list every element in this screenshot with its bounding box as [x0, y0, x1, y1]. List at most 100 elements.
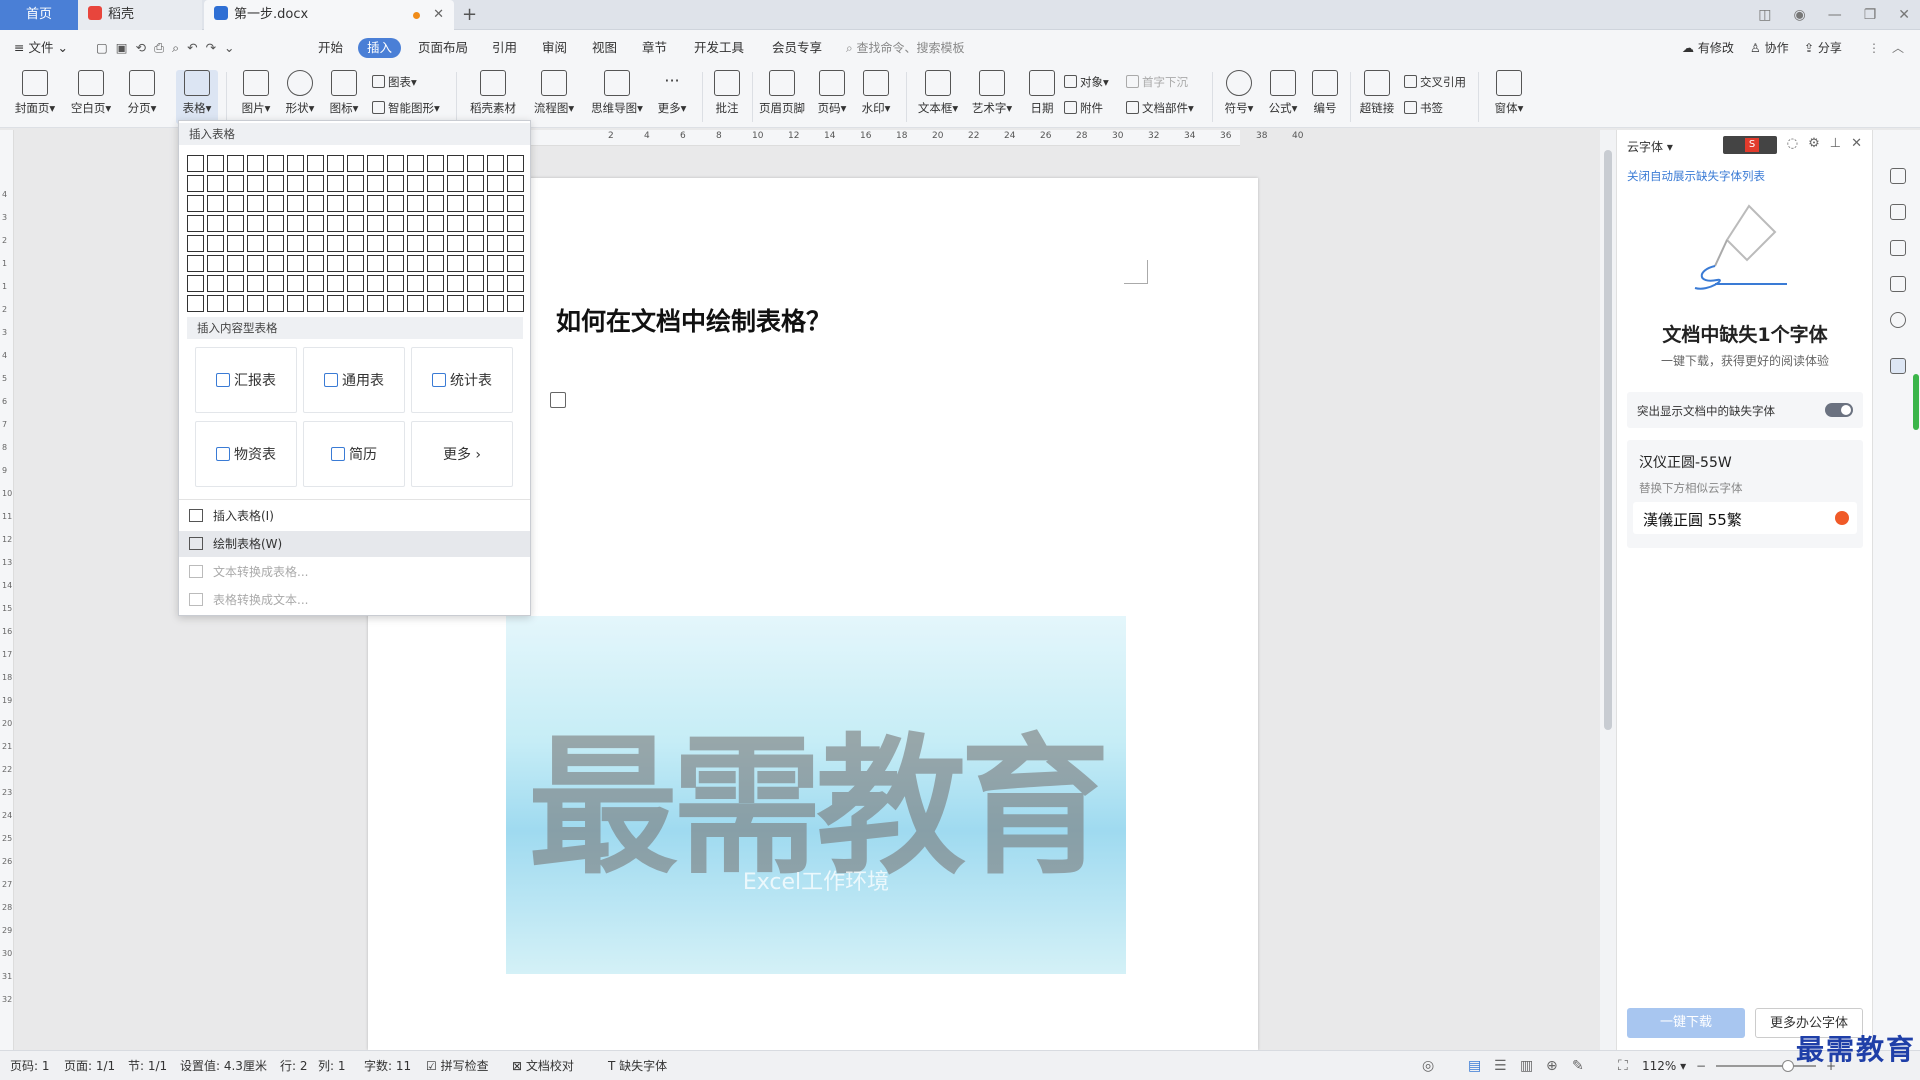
grid-cell[interactable]	[187, 255, 204, 272]
grid-cell[interactable]	[247, 175, 264, 192]
grid-cell[interactable]	[347, 275, 364, 292]
menu-insert[interactable]: 插入	[358, 38, 402, 58]
close-tab-icon[interactable]: ✕	[433, 0, 444, 30]
template-materials[interactable]: 物资表	[195, 421, 297, 487]
grid-cell[interactable]	[227, 215, 244, 232]
grid-cell[interactable]	[487, 155, 504, 172]
grid-cell[interactable]	[407, 235, 424, 252]
table-button[interactable]: 表格▾	[176, 70, 218, 124]
grid-cell[interactable]	[207, 155, 224, 172]
grid-cell[interactable]	[187, 215, 204, 232]
grid-cell[interactable]	[207, 255, 224, 272]
missing-font-button[interactable]: T 缺失字体	[608, 1051, 667, 1080]
shape-button[interactable]: 形状▾	[280, 70, 320, 116]
grid-cell[interactable]	[387, 175, 404, 192]
chart-button[interactable]: 图表▾	[372, 74, 417, 90]
flowchart-button[interactable]: 流程图▾	[530, 70, 578, 116]
dropcap-button[interactable]: 首字下沉	[1126, 74, 1188, 90]
numbering-button[interactable]: 编号	[1308, 70, 1342, 116]
status-row[interactable]: 行: 2	[280, 1051, 308, 1080]
grid-cell[interactable]	[447, 255, 464, 272]
grid-cell[interactable]	[247, 215, 264, 232]
grid-cell[interactable]	[187, 155, 204, 172]
grid-cell[interactable]	[307, 275, 324, 292]
grid-cell[interactable]	[267, 275, 284, 292]
grid-cell[interactable]	[287, 275, 304, 292]
menu-member[interactable]: 会员专享	[772, 30, 822, 66]
insert-table-item[interactable]: 插入表格(I)	[179, 503, 530, 529]
template-general[interactable]: 通用表	[303, 347, 405, 413]
status-page[interactable]: 页码: 1	[10, 1051, 50, 1080]
grid-cell[interactable]	[367, 215, 384, 232]
grid-cell[interactable]	[487, 235, 504, 252]
grid-cell[interactable]	[227, 175, 244, 192]
grid-cell[interactable]	[367, 235, 384, 252]
grid-cell[interactable]	[407, 275, 424, 292]
attachment-button[interactable]: 附件	[1064, 100, 1103, 116]
picture-button[interactable]: 图片▾	[236, 70, 276, 116]
grid-cell[interactable]	[347, 215, 364, 232]
grid-cell[interactable]	[267, 195, 284, 212]
changes-button[interactable]: ☁ 有修改	[1682, 30, 1734, 66]
grid-cell[interactable]	[367, 155, 384, 172]
cover-page-button[interactable]: 封面页▾	[12, 70, 58, 116]
daoke-material-button[interactable]: 稻壳素材	[466, 70, 520, 116]
grid-cell[interactable]	[207, 235, 224, 252]
hyperlink-button[interactable]: 超链接	[1356, 70, 1398, 116]
grid-cell[interactable]	[507, 155, 524, 172]
doc-part-button[interactable]: 文档部件▾	[1126, 100, 1194, 116]
eye-protection-icon[interactable]: ◎	[1422, 1051, 1434, 1080]
grid-cell[interactable]	[467, 295, 484, 312]
grid-cell[interactable]	[427, 155, 444, 172]
grid-cell[interactable]	[267, 155, 284, 172]
close-window-icon[interactable]: ✕	[1898, 7, 1910, 23]
smartart-button[interactable]: 智能图形▾	[372, 100, 440, 116]
comment-button[interactable]: 批注	[710, 70, 744, 116]
grid-cell[interactable]	[447, 195, 464, 212]
grid-cell[interactable]	[507, 255, 524, 272]
blank-page-button[interactable]: 空白页▾	[68, 70, 114, 116]
highlight-toggle[interactable]	[1825, 403, 1853, 417]
status-col[interactable]: 列: 1	[318, 1051, 346, 1080]
grid-cell[interactable]	[467, 275, 484, 292]
grid-cell[interactable]	[247, 235, 264, 252]
grid-cell[interactable]	[307, 235, 324, 252]
grid-cell[interactable]	[467, 175, 484, 192]
grid-cell[interactable]	[187, 175, 204, 192]
menu-page-layout[interactable]: 页面布局	[418, 30, 468, 66]
zoom-level[interactable]: 112% ▾	[1642, 1051, 1686, 1080]
grid-cell[interactable]	[187, 195, 204, 212]
style-icon[interactable]	[1890, 168, 1906, 184]
window-form-button[interactable]: 窗体▾	[1490, 70, 1528, 116]
avatar[interactable]: ◉	[1793, 7, 1805, 23]
font-panel-icon[interactable]	[1890, 358, 1906, 374]
tab-document[interactable]: 第一步.docx ✕	[204, 0, 454, 30]
one-click-download-button[interactable]: 一键下载	[1627, 1008, 1745, 1038]
grid-cell[interactable]	[507, 295, 524, 312]
grid-cell[interactable]	[287, 155, 304, 172]
formula-button[interactable]: 公式▾	[1264, 70, 1302, 116]
write-view-icon[interactable]: ✎	[1572, 1051, 1584, 1080]
grid-cell[interactable]	[487, 215, 504, 232]
grid-cell[interactable]	[207, 295, 224, 312]
restore-icon[interactable]: ❐	[1864, 7, 1877, 23]
grid-cell[interactable]	[187, 295, 204, 312]
grid-cell[interactable]	[267, 175, 284, 192]
grid-cell[interactable]	[427, 275, 444, 292]
grid-cell[interactable]	[387, 235, 404, 252]
grid-cell[interactable]	[407, 295, 424, 312]
grid-cell[interactable]	[247, 295, 264, 312]
grid-cell[interactable]	[347, 235, 364, 252]
grid-cell[interactable]	[467, 215, 484, 232]
grid-cell[interactable]	[227, 195, 244, 212]
crossref-button[interactable]: 交叉引用	[1404, 74, 1466, 90]
grid-cell[interactable]	[227, 295, 244, 312]
grid-cell[interactable]	[327, 155, 344, 172]
command-search[interactable]: ⌕ 查找命令、搜索模板	[846, 39, 965, 57]
fit-page-icon[interactable]: ⛶	[1618, 1051, 1628, 1080]
document-image[interactable]: 最需教育 Excel工作环境	[506, 616, 1126, 974]
grid-cell[interactable]	[287, 235, 304, 252]
grid-cell[interactable]	[347, 255, 364, 272]
grid-cell[interactable]	[467, 195, 484, 212]
scrollbar-thumb[interactable]	[1604, 150, 1612, 730]
